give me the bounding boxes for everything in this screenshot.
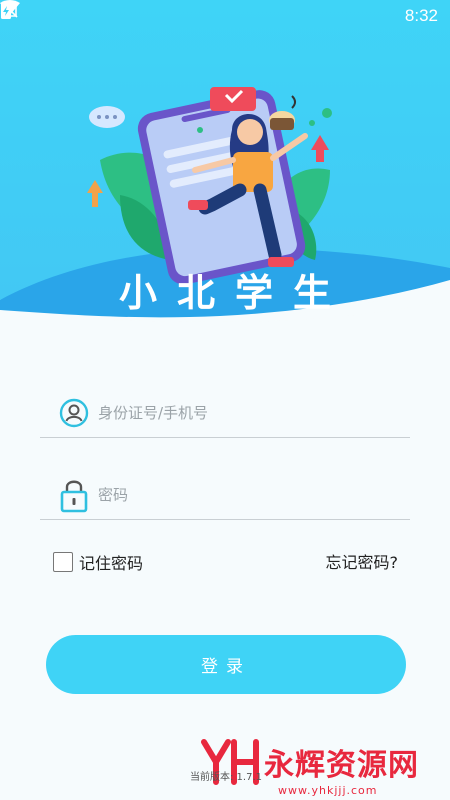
lock-icon	[56, 477, 92, 513]
password-input[interactable]	[98, 474, 410, 515]
watermark-url: www.yhkjjj.com	[278, 784, 378, 797]
username-field[interactable]	[40, 388, 410, 438]
header-banner: 8:32 小北学生	[0, 0, 450, 340]
watermark-text: 永辉资源网	[264, 748, 419, 783]
login-button[interactable]: 登录	[46, 635, 406, 694]
remember-label: 记住密码	[79, 554, 144, 573]
speech-bubble-icon	[89, 106, 125, 128]
remember-checkbox[interactable]	[53, 552, 73, 572]
remember-password[interactable]: 记住密码	[53, 550, 143, 574]
user-icon	[56, 395, 92, 431]
forgot-password-link[interactable]: 忘记密码?	[326, 549, 399, 573]
version-text: 当前版本: 1.7.1	[190, 772, 262, 783]
app-title: 小北学生	[118, 270, 351, 315]
status-time: 8:32	[404, 6, 438, 25]
battery-charging-icon	[1, 1, 11, 19]
status-bar: 8:32	[0, 0, 450, 32]
username-input[interactable]	[98, 392, 410, 433]
password-field[interactable]	[40, 470, 410, 520]
heart-card-icon	[210, 87, 256, 111]
